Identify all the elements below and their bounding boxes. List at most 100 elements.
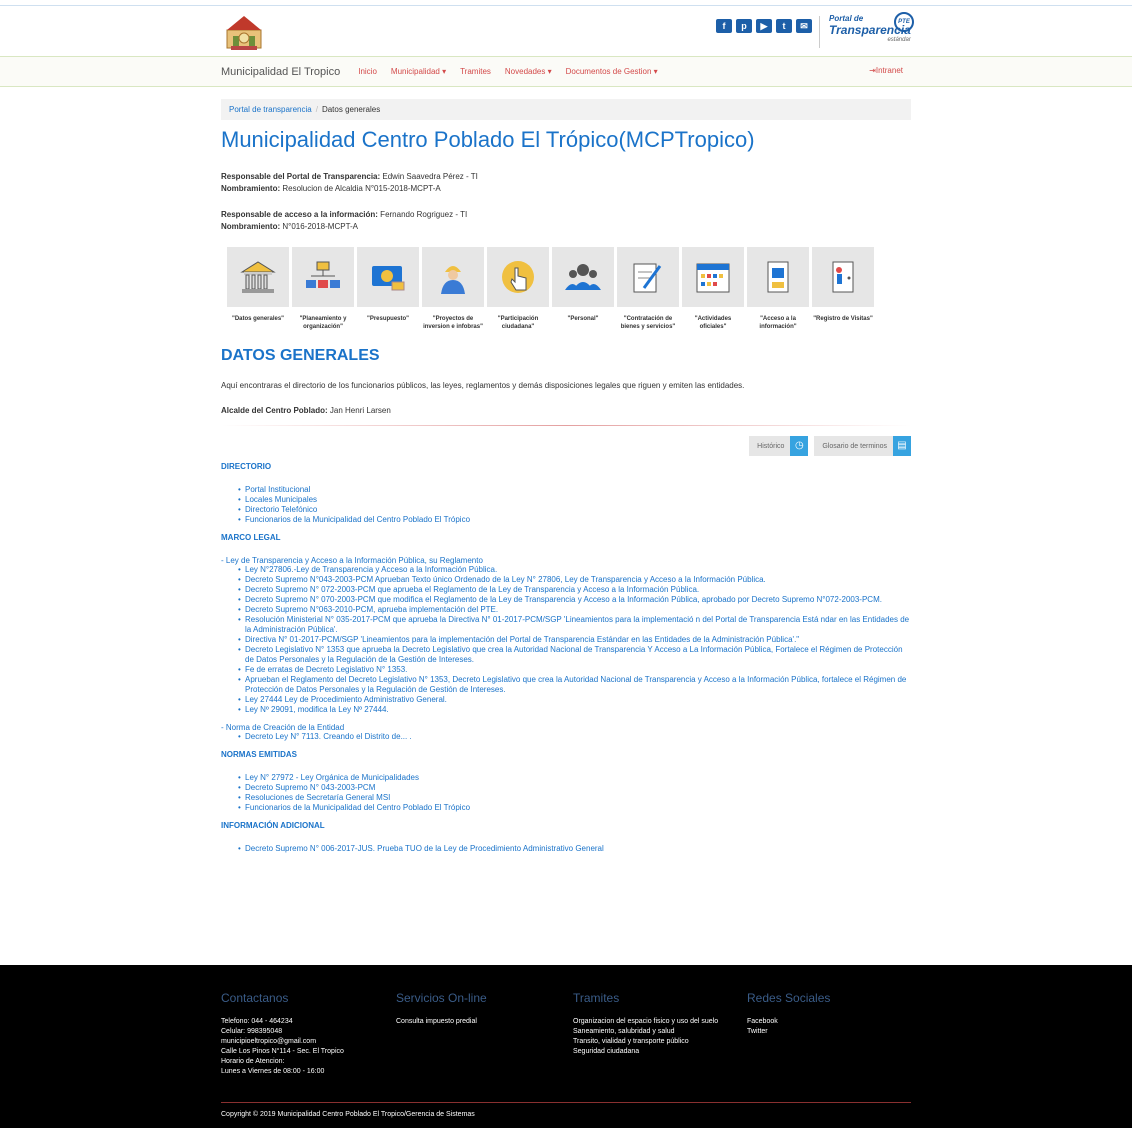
responsables-block-2: Responsable de acceso a la información: … <box>221 209 911 233</box>
glosario-button[interactable]: Glosario de terminos ▤ <box>814 436 911 456</box>
list-item[interactable]: Portal Institucional <box>238 485 911 495</box>
category-label: "Contratación de bienes y servicios" <box>620 316 676 330</box>
list-item[interactable]: Decreto Supremo N° 070-2003-PCM que modi… <box>238 595 911 605</box>
category-actividades[interactable]: "Actividades oficiales" <box>682 247 744 339</box>
footer-link[interactable]: Saneamiento, salubridad y salud <box>573 1027 738 1037</box>
section-divider <box>221 425 911 426</box>
list-item[interactable]: Decreto Supremo N° 072-2003-PCM que apru… <box>238 585 911 595</box>
copyright: Copyright © 2019 Municipalidad Centro Po… <box>221 1111 475 1118</box>
list-item[interactable]: Directiva N° 01-2017-PCM/SGP 'Lineamient… <box>238 635 911 645</box>
resp1-value: Edwin Saavedra Pérez - TI <box>380 172 478 181</box>
footer-services: Servicios On-line Consulta impuesto pred… <box>396 991 566 1027</box>
nav-documentos[interactable]: Documentos de Gestion ▾ <box>566 67 658 76</box>
category-presupuesto[interactable]: "Presupuesto" <box>357 247 419 339</box>
category-personal[interactable]: "Personal" <box>552 247 614 339</box>
category-label: "Presupuesto" <box>366 316 410 322</box>
youtube-icon[interactable]: ▶ <box>756 19 772 33</box>
category-datos-generales[interactable]: "Datos generales" <box>227 247 289 339</box>
category-registro[interactable]: "Registro de Visitas" <box>812 247 874 339</box>
footer-link[interactable]: Twitter <box>747 1027 897 1037</box>
category-planeamiento[interactable]: "Planeamiento y organización" <box>292 247 354 339</box>
historico-button[interactable]: Histórico ◷ <box>749 436 809 456</box>
category-label: "Actividades oficiales" <box>694 316 732 330</box>
facebook-icon[interactable]: f <box>716 19 732 33</box>
nav-brand[interactable]: Municipalidad El Tropico <box>221 66 340 78</box>
footer-line[interactable]: municipioeltropico@gmail.com <box>221 1037 391 1047</box>
footer-link[interactable]: Transito, vialidad y transporte público <box>573 1037 738 1047</box>
list-item[interactable]: Fe de erratas de Decreto Legislativo N° … <box>238 665 911 675</box>
footer-tramites: Tramites Organizacion del espacio fisico… <box>573 991 738 1057</box>
footer-services-title: Servicios On-line <box>396 991 487 1005</box>
list-item[interactable]: Decreto Supremo N°043-2003-PCM Aprueban … <box>238 575 911 585</box>
footer-link[interactable]: Organizacion del espacio fisico y uso de… <box>573 1017 738 1027</box>
list-item[interactable]: Resoluciones de Secretaría General MSI <box>238 793 911 803</box>
footer-line: Celular: 998395048 <box>221 1028 283 1035</box>
category-acceso[interactable]: "Acceso a la información" <box>747 247 809 339</box>
nomb2-value: N°016-2018-MCPT-A <box>280 222 359 231</box>
intro-text: Aquí encontraras el directorio de los fu… <box>221 381 745 390</box>
list-item[interactable]: Decreto Supremo N° 043-2003-PCM <box>238 783 911 793</box>
org-chart-icon <box>306 261 340 288</box>
list-item[interactable]: Directorio Telefónico <box>238 505 911 515</box>
resp1-label: Responsable del Portal de Transparencia: <box>221 172 381 181</box>
category-label: "Planeamiento y organización" <box>299 316 347 330</box>
navbar: Municipalidad El Tropico Inicio Municipa… <box>0 56 1132 87</box>
footer-line: Lunes a Viernes de 08:00 - 16:00 <box>221 1068 325 1075</box>
nav-tramites[interactable]: Tramites <box>460 67 491 76</box>
clock-icon: ◷ <box>790 436 809 456</box>
nomb1-value: Resolucion de Alcaldia N°015-2018-MCPT-A <box>280 184 441 193</box>
resp2-value: Fernando Rogriguez - TI <box>377 210 468 219</box>
list-item[interactable]: Resolución Ministerial N° 035-2017-PCM q… <box>238 615 911 635</box>
list-item[interactable]: Funcionarios de la Municipalidad del Cen… <box>238 803 911 813</box>
list-item[interactable]: Decreto Supremo N°063-2010-PCM, aprueba … <box>238 605 911 615</box>
list-item[interactable]: Ley Nº 29091, modifica la Ley Nº 27444. <box>238 705 911 715</box>
main-content: Portal de transparencia / Datos generales … <box>221 99 911 854</box>
list-item[interactable]: Decreto Legislativo N° 1353 que aprueba … <box>238 645 911 665</box>
footer-link[interactable]: Seguridad ciudadana <box>573 1047 738 1057</box>
list-item[interactable]: Funcionarios de la Municipalidad del Cen… <box>238 515 911 525</box>
nav-intranet[interactable]: ⇥Intranet <box>869 66 903 75</box>
nomb1-label: Nombramiento: <box>221 184 281 193</box>
marco-group-2[interactable]: - Norma de Creación de la Entidad <box>221 723 911 732</box>
marco-list-2: Decreto Ley N° 7113. Creando el Distrito… <box>221 732 911 742</box>
resp2-label: Responsable de acceso a la información: <box>221 210 378 219</box>
marco-title: MARCO LEGAL <box>221 533 281 542</box>
breadcrumb-home[interactable]: Portal de transparencia <box>229 105 312 114</box>
list-item[interactable]: Decreto Ley N° 7113. Creando el Distrito… <box>238 732 911 742</box>
historico-label: Histórico <box>757 442 785 450</box>
list-item[interactable]: Ley 27444 Ley de Procedimiento Administr… <box>238 695 911 705</box>
category-proyectos[interactable]: "Proyectos de inversion e infobras" <box>422 247 484 339</box>
tools-bar: Histórico ◷ Glosario de terminos ▤ <box>221 436 911 456</box>
footer: Contactanos Telefono: 044 - 464234 Celul… <box>0 965 1132 1128</box>
category-label: "Datos generales" <box>231 316 285 322</box>
category-contratacion[interactable]: "Contratación de bienes y servicios" <box>617 247 679 339</box>
email-icon[interactable]: ✉ <box>796 19 812 33</box>
site-header: f p ▶ t ✉ Portal de Transparencia estánd… <box>221 6 914 56</box>
breadcrumb-current: Datos generales <box>321 105 381 114</box>
normas-list: Ley N° 27972 - Ley Orgánica de Municipal… <box>221 773 911 813</box>
list-item[interactable]: Ley N°27806.-Ley de Transparencia y Acce… <box>238 565 911 575</box>
worker-icon <box>441 266 465 294</box>
list-item[interactable]: Ley N° 27972 - Ley Orgánica de Municipal… <box>238 773 911 783</box>
list-item[interactable]: Aprueban el Reglamento del Decreto Legis… <box>238 675 911 695</box>
document-clip-icon <box>767 261 789 293</box>
responsables-block-1: Responsable del Portal de Transparencia:… <box>221 171 911 195</box>
people-icon <box>565 264 601 290</box>
nav-inicio[interactable]: Inicio <box>358 67 377 76</box>
nav-novedades[interactable]: Novedades ▾ <box>505 67 552 76</box>
pinterest-icon[interactable]: p <box>736 19 752 33</box>
municipal-logo[interactable] <box>221 12 267 52</box>
alcalde-label: Alcalde del Centro Poblado: <box>221 406 328 415</box>
list-item[interactable]: Locales Municipales <box>238 495 911 505</box>
social-links: f p ▶ t ✉ <box>716 19 812 33</box>
breadcrumb-sep: / <box>315 105 318 114</box>
twitter-icon[interactable]: t <box>776 19 792 33</box>
marco-group-1[interactable]: - Ley de Transparencia y Acceso a la Inf… <box>221 556 911 565</box>
footer-contact: Contactanos Telefono: 044 - 464234 Celul… <box>221 991 391 1077</box>
pte-logo[interactable]: Portal de Transparencia estándar PTE <box>829 12 914 43</box>
list-item[interactable]: Decreto Supremo N° 006-2017-JUS. Prueba … <box>238 844 911 854</box>
nav-municipalidad[interactable]: Municipalidad ▾ <box>391 67 446 76</box>
category-participacion[interactable]: "Participación ciudadana" <box>487 247 549 339</box>
footer-link[interactable]: Facebook <box>747 1017 897 1027</box>
footer-link[interactable]: Consulta impuesto predial <box>396 1017 566 1027</box>
